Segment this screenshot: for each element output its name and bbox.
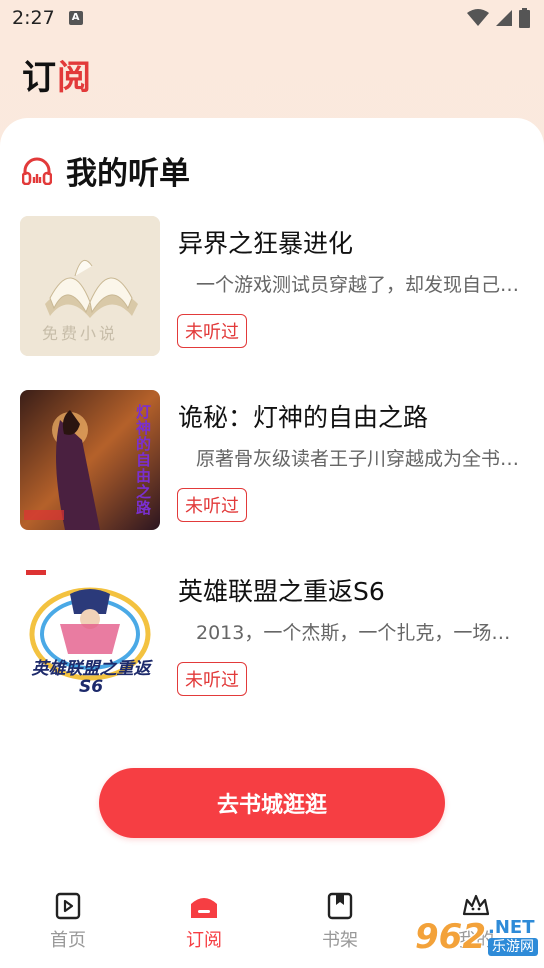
tab-label: 书架 xyxy=(322,930,358,951)
subscribe-icon xyxy=(191,898,217,918)
status-badge: 未听过 xyxy=(177,488,247,522)
section-header: 我的听单 xyxy=(22,148,190,193)
signal-icon xyxy=(496,10,512,26)
book-item[interactable]: 灯神的自由之路 诡秘：灯神的自由之路 原著骨灰级读者王子川穿越成为全书… 未听过 xyxy=(20,390,524,530)
book-cover[interactable]: 免费小说 xyxy=(20,216,160,356)
book-description: 一个游戏测试员穿越了，却发现自己… xyxy=(196,274,520,296)
status-time: 2:27 xyxy=(12,7,55,29)
battery-icon xyxy=(519,8,530,28)
watermark-domain: .NET xyxy=(488,917,535,938)
notification-app-icon: A xyxy=(68,11,83,25)
tab-subscribe[interactable]: 订阅 xyxy=(164,892,244,952)
status-badge: 未听过 xyxy=(177,662,247,696)
bookmark-icon xyxy=(327,892,353,920)
book-title[interactable]: 英雄联盟之重返S6 xyxy=(178,572,385,608)
headphones-icon xyxy=(22,157,52,185)
subscription-card: 我的听单 免费小说 异界之狂暴进化 一个游戏测试员穿越了，却发现自己… 未听过 xyxy=(0,118,544,878)
tab-label: 首页 xyxy=(50,930,86,951)
book-item[interactable]: 英雄联盟之重返S6 英雄联盟之重返S6 2013，一个杰斯，一个扎克，一场… 未… xyxy=(20,564,524,704)
book-description: 原著骨灰级读者王子川穿越成为全书… xyxy=(196,448,520,470)
status-badge: 未听过 xyxy=(177,314,247,348)
book-cover[interactable]: 英雄联盟之重返S6 xyxy=(20,564,160,704)
cover-title-text: 灯神的自由之路 xyxy=(136,403,152,517)
tab-home[interactable]: 首页 xyxy=(28,892,108,952)
tab-bookshelf[interactable]: 书架 xyxy=(300,892,380,952)
section-title: 我的听单 xyxy=(66,156,190,192)
book-description: 2013，一个杰斯，一个扎克，一场… xyxy=(196,622,511,644)
page-title: 订阅 xyxy=(22,50,92,99)
watermark-number: 962 xyxy=(415,917,486,957)
page-title-part1: 订 xyxy=(22,58,57,98)
wifi-icon xyxy=(467,9,489,26)
book-title[interactable]: 异界之狂暴进化 xyxy=(178,224,353,260)
page-title-part2: 阅 xyxy=(57,58,92,98)
book-item[interactable]: 免费小说 异界之狂暴进化 一个游戏测试员穿越了，却发现自己… 未听过 xyxy=(20,216,524,356)
cover-title-text: 英雄联盟之重返S6 xyxy=(31,659,151,697)
status-bar: 2:27 A xyxy=(0,0,544,36)
watermark-cn: 乐游网 xyxy=(488,938,538,956)
book-title[interactable]: 诡秘：灯神的自由之路 xyxy=(178,398,428,434)
play-icon xyxy=(55,892,81,920)
tab-label: 订阅 xyxy=(186,930,222,951)
book-cover[interactable]: 灯神的自由之路 xyxy=(20,390,160,530)
site-watermark: 962 .NET 乐游网 xyxy=(404,906,544,968)
go-to-bookstore-button[interactable]: 去书城逛逛 xyxy=(99,768,445,838)
cover-watermark-text: 免费小说 xyxy=(42,324,119,343)
